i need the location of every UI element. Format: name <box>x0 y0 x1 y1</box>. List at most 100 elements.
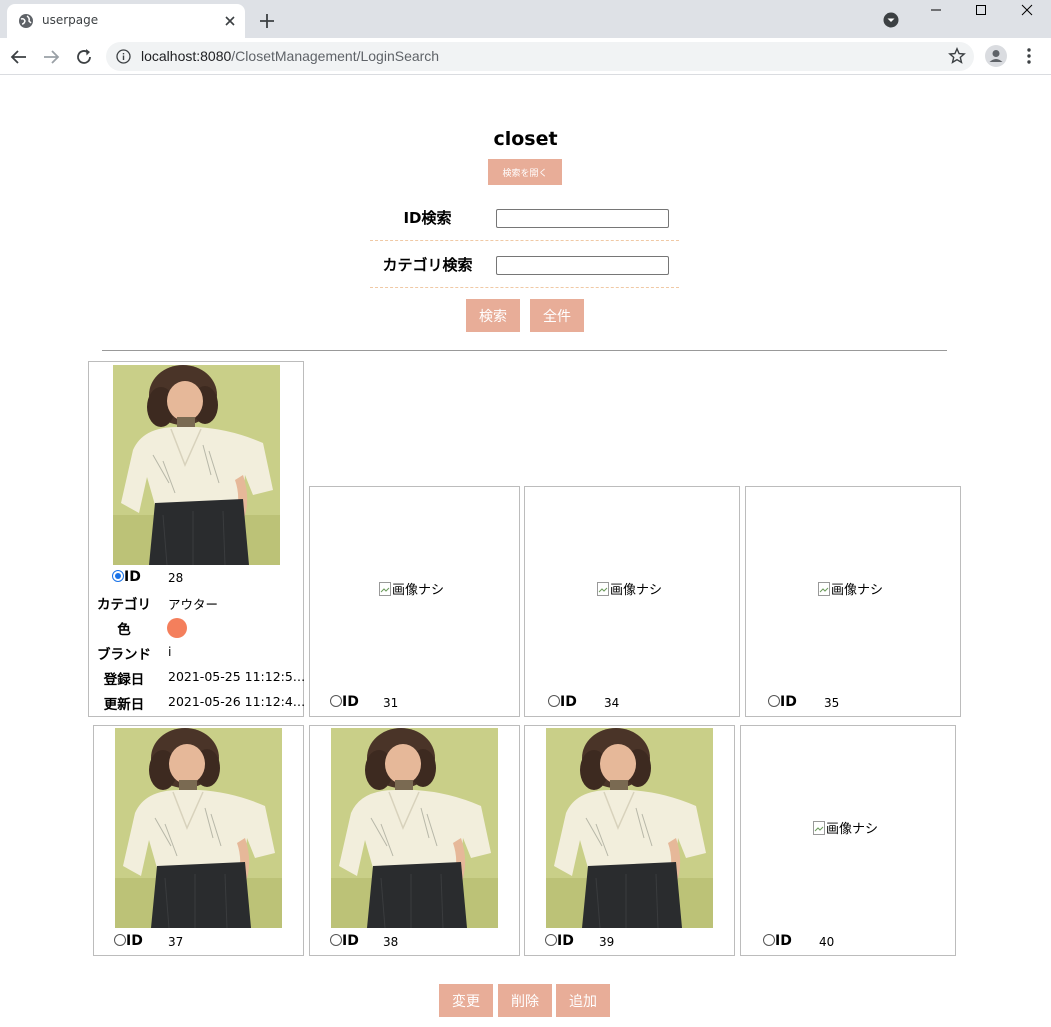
item-card[interactable]: 画像ナシ ID 31 <box>309 486 520 717</box>
maximize-icon[interactable] <box>958 0 1004 30</box>
detail-updated: 更新日 2021-05-26 11:12:4… <box>95 690 306 715</box>
item-radio[interactable] <box>330 934 342 946</box>
detail-brand: ブランド i <box>95 640 305 665</box>
id-label: ID <box>775 933 792 949</box>
divider <box>102 350 947 351</box>
open-search-button[interactable]: 検索を開く <box>488 159 562 185</box>
id-label: ID <box>780 694 797 710</box>
id-label: ID <box>560 694 577 710</box>
detail-category: カテゴリ アウター <box>95 590 305 615</box>
id-label: ID <box>557 933 574 949</box>
created-label: 登録日 <box>103 672 145 688</box>
item-id-row: ID <box>545 933 574 949</box>
brand-label: ブランド <box>97 647 151 663</box>
item-card[interactable]: ID 37 <box>93 725 304 956</box>
no-image-text: 画像ナシ <box>610 583 663 598</box>
no-image-text: 画像ナシ <box>392 583 445 598</box>
broken-image-icon <box>818 581 830 596</box>
item-photo <box>546 728 713 928</box>
item-id-value: 37 <box>168 935 184 949</box>
id-search-label: ID検索 <box>403 209 452 227</box>
kebab-menu-icon[interactable] <box>1019 46 1039 66</box>
item-id-row: ID <box>763 933 792 949</box>
item-radio[interactable] <box>768 695 780 707</box>
page-title: closet <box>493 128 558 150</box>
item-photo <box>331 728 498 928</box>
id-label: ID <box>342 694 359 710</box>
item-id-row: ID <box>112 569 141 585</box>
item-radio[interactable] <box>114 934 126 946</box>
window-close-icon[interactable] <box>1004 0 1050 30</box>
created-value: 2021-05-25 11:12:5… <box>168 669 306 684</box>
category-value: アウター <box>168 597 219 612</box>
item-id-value: 40 <box>819 935 835 949</box>
browser-toolbar: localhost:8080/ClosetManagement/LoginSea… <box>0 38 1051 75</box>
item-id-row: ID <box>330 694 359 710</box>
tab-title: userpage <box>42 13 99 27</box>
broken-image-icon <box>379 581 391 596</box>
bookmark-star-icon[interactable] <box>948 47 966 65</box>
item-radio[interactable] <box>548 695 560 707</box>
show-all-button[interactable]: 全件 <box>530 299 584 332</box>
item-id-value: 35 <box>824 696 840 710</box>
broken-image: 画像ナシ <box>813 818 878 837</box>
no-image-text: 画像ナシ <box>831 583 884 598</box>
add-button[interactable]: 追加 <box>556 984 610 1017</box>
browser-tab[interactable]: userpage <box>7 4 245 38</box>
item-id-value: 28 <box>168 571 184 585</box>
id-label: ID <box>126 933 143 949</box>
item-id-row: ID <box>330 933 359 949</box>
no-image-text: 画像ナシ <box>826 822 879 837</box>
item-id-value: 34 <box>604 696 620 710</box>
id-search-row: ID検索 <box>370 194 679 241</box>
profile-avatar-icon[interactable] <box>985 45 1007 67</box>
category-search-label: カテゴリ検索 <box>382 256 473 274</box>
change-button[interactable]: 変更 <box>439 984 493 1017</box>
item-radio[interactable] <box>112 570 124 582</box>
detail-color: 色 <box>95 615 305 640</box>
back-arrow-icon[interactable] <box>8 46 30 68</box>
delete-button[interactable]: 削除 <box>498 984 552 1017</box>
category-search-input[interactable] <box>496 256 669 275</box>
minimize-icon[interactable] <box>913 0 959 30</box>
search-button[interactable]: 検索 <box>466 299 520 332</box>
item-card[interactable]: 画像ナシ ID 40 <box>740 725 956 956</box>
item-card[interactable]: ID 38 <box>309 725 520 956</box>
item-id-value: 39 <box>599 935 615 949</box>
close-icon[interactable] <box>221 12 239 30</box>
item-radio[interactable] <box>330 695 342 707</box>
item-radio[interactable] <box>763 934 775 946</box>
item-id-row: ID <box>548 694 577 710</box>
updated-label: 更新日 <box>103 697 145 713</box>
item-id-value: 38 <box>383 935 399 949</box>
item-photo <box>115 728 282 928</box>
url-host: localhost:8080 <box>141 48 232 64</box>
brand-value: i <box>168 644 172 659</box>
info-icon[interactable] <box>116 49 131 64</box>
item-id-row: ID <box>768 694 797 710</box>
new-tab-icon[interactable] <box>257 11 277 31</box>
item-details: カテゴリ アウター 色 ブランド i 登録日 2021-05-25 11:12:… <box>95 590 305 715</box>
search-form: ID検索 カテゴリ検索 <box>370 194 679 288</box>
reload-icon[interactable] <box>73 46 95 68</box>
id-label: ID <box>124 569 141 585</box>
item-radio[interactable] <box>545 934 557 946</box>
item-card[interactable]: 画像ナシ ID 35 <box>745 486 961 717</box>
detail-created: 登録日 2021-05-25 11:12:5… <box>95 665 306 690</box>
category-label: カテゴリ <box>97 597 151 613</box>
broken-image-icon <box>597 581 609 596</box>
broken-image: 画像ナシ <box>597 579 662 598</box>
item-card[interactable]: ID 39 <box>524 725 735 956</box>
color-label: 色 <box>117 622 131 638</box>
url-path: /ClosetManagement/LoginSearch <box>231 48 440 64</box>
forward-arrow-icon[interactable] <box>40 46 62 68</box>
id-search-input[interactable] <box>496 209 669 228</box>
id-label: ID <box>342 933 359 949</box>
broken-image: 画像ナシ <box>379 579 444 598</box>
url-text: localhost:8080/ClosetManagement/LoginSea… <box>141 48 439 64</box>
address-bar[interactable]: localhost:8080/ClosetManagement/LoginSea… <box>106 42 974 71</box>
color-swatch <box>167 618 187 638</box>
tab-search-icon[interactable] <box>883 12 899 28</box>
item-card[interactable]: 画像ナシ ID 34 <box>524 486 740 717</box>
item-id-value: 31 <box>383 696 399 710</box>
